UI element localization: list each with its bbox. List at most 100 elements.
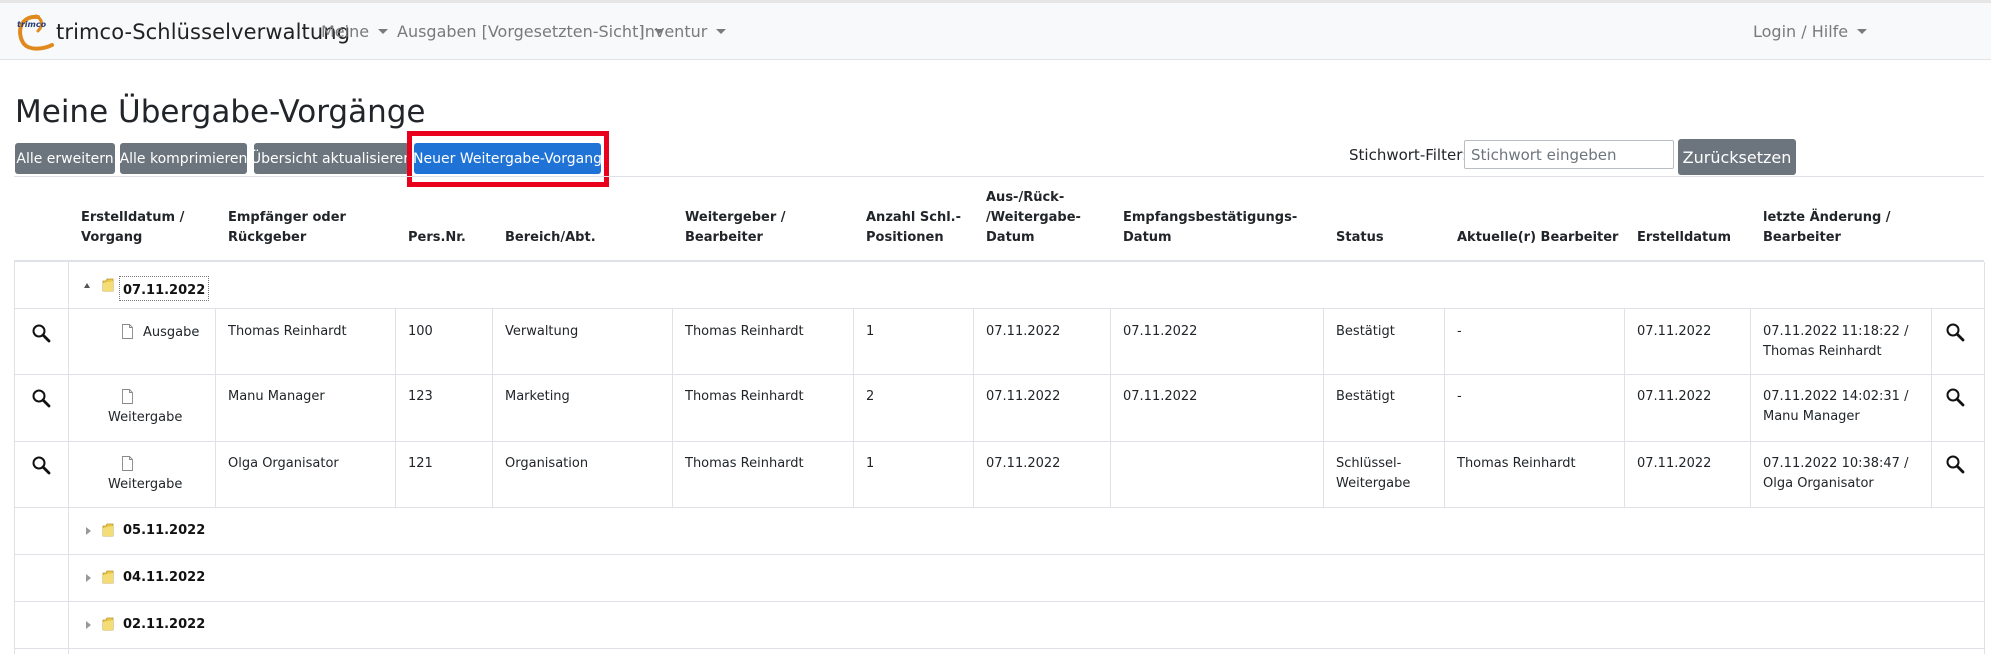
- giver-cell: Thomas Reinhardt: [685, 389, 804, 404]
- refresh-overview-button[interactable]: Übersicht aktualisieren: [251, 143, 412, 174]
- group-date-label: 04.11.2022: [123, 570, 206, 585]
- process-type: Weitergabe: [108, 410, 183, 425]
- column-divider: [68, 262, 69, 654]
- magnifier-icon[interactable]: [31, 388, 51, 408]
- header-department[interactable]: Bereich/Abt.: [505, 228, 596, 248]
- collapse-all-button[interactable]: Alle komprimieren: [120, 143, 247, 174]
- header-recipient[interactable]: Empfänger oder Rückgeber: [228, 208, 346, 248]
- receipt-date-cell: 07.11.2022: [1123, 389, 1198, 404]
- header-line: Datum: [986, 230, 1035, 245]
- column-divider: [1323, 309, 1324, 507]
- header-created-date[interactable]: Erstelldatum: [1637, 228, 1731, 248]
- header-giver[interactable]: Weitergeber / Bearbeiter: [685, 208, 786, 248]
- row-divider: [14, 601, 1984, 602]
- nav-menu-inventur[interactable]: Inventur: [640, 22, 727, 41]
- header-line: Bereich/Abt.: [505, 230, 596, 245]
- key-count-cell: 2: [866, 389, 875, 404]
- department-cell: Organisation: [505, 456, 589, 471]
- header-pers-nr[interactable]: Pers.Nr.: [408, 228, 466, 248]
- header-status[interactable]: Status: [1336, 228, 1384, 248]
- column-divider: [492, 309, 493, 507]
- column-divider: [1110, 309, 1111, 507]
- nav-menu-meine[interactable]: Meine: [321, 22, 389, 41]
- header-divider: [14, 260, 1984, 262]
- header-line: /Weitergabe-: [986, 210, 1081, 225]
- process-type: Weitergabe: [108, 477, 183, 492]
- column-divider: [973, 309, 974, 507]
- pers-nr-cell: 123: [408, 389, 433, 404]
- folder-icon: [102, 523, 114, 537]
- collapsed-triangle-icon[interactable]: [86, 574, 91, 582]
- status-cell: Bestätigt: [1336, 324, 1395, 339]
- group-date-selected[interactable]: 07.11.2022: [119, 276, 210, 301]
- header-line: Weitergeber /: [685, 210, 786, 225]
- column-divider: [14, 262, 15, 654]
- header-line: letzte Änderung /: [1763, 210, 1891, 225]
- last-change-cell: 07.11.2022 10:38:47 / Olga Organisator: [1763, 454, 1908, 494]
- nav-menu-login[interactable]: Login / Hilfe: [1753, 22, 1868, 41]
- expanded-triangle-icon[interactable]: [84, 283, 90, 288]
- nav-menu-meine-label: Meine: [321, 22, 370, 41]
- header-line: Empfangsbestätigungs-: [1123, 210, 1298, 225]
- row-divider: [14, 507, 1984, 508]
- current-editor-cell: -: [1457, 389, 1462, 404]
- row-divider: [14, 441, 1984, 442]
- magnifier-icon[interactable]: [1945, 387, 1965, 407]
- receipt-date-cell: 07.11.2022: [1123, 324, 1198, 339]
- magnifier-icon[interactable]: [31, 455, 51, 475]
- header-key-count[interactable]: Anzahl Schl.- Positionen: [866, 208, 961, 248]
- divider: [14, 176, 1984, 177]
- nav-menu-login-label: Login / Hilfe: [1753, 22, 1849, 41]
- nav-menu-ausgaben-label: Ausgaben [Vorgesetzten-Sicht]: [397, 22, 645, 41]
- reset-button[interactable]: Zurücksetzen: [1678, 139, 1796, 175]
- collapsed-triangle-icon[interactable]: [86, 621, 91, 629]
- status-cell: Schlüssel- Weitergabe: [1336, 454, 1410, 494]
- transfer-date-cell: 07.11.2022: [986, 456, 1061, 471]
- last-change-line: 07.11.2022 14:02:31 /: [1763, 389, 1909, 404]
- column-divider: [395, 309, 396, 507]
- column-divider: [1931, 309, 1932, 507]
- group-date-label: 05.11.2022: [123, 523, 206, 538]
- created-date-cell: 07.11.2022: [1637, 389, 1712, 404]
- key-count-cell: 1: [866, 324, 875, 339]
- header-line: Bearbeiter: [1763, 230, 1841, 245]
- page-title: Meine Übergabe-Vorgänge: [15, 94, 426, 130]
- header-last-change[interactable]: letzte Änderung / Bearbeiter: [1763, 208, 1891, 248]
- collapsed-triangle-icon[interactable]: [86, 527, 91, 535]
- nav-menu-ausgaben[interactable]: Ausgaben [Vorgesetzten-Sicht]: [397, 22, 664, 41]
- header-receipt-date[interactable]: Empfangsbestätigungs- Datum: [1123, 208, 1297, 248]
- folder-icon: [102, 617, 114, 631]
- last-change-cell: 07.11.2022 14:02:31 / Manu Manager: [1763, 387, 1908, 427]
- header-line: Bearbeiter: [685, 230, 763, 245]
- row-divider: [14, 648, 1984, 649]
- document-icon: [122, 389, 133, 404]
- header-line: Pers.Nr.: [408, 230, 466, 245]
- header-transfer-date[interactable]: Aus-/Rück- /Weitergabe- Datum: [986, 188, 1081, 248]
- last-change-cell: 07.11.2022 11:18:22 / Thomas Reinhardt: [1763, 322, 1908, 362]
- document-icon: [122, 456, 133, 471]
- current-editor-cell: -: [1457, 324, 1462, 339]
- recipient-cell: Olga Organisator: [228, 456, 339, 471]
- column-divider: [1444, 309, 1445, 507]
- navbar: trimco trimco-Schlüsselverwaltung Meine …: [0, 3, 1991, 60]
- last-change-line: Thomas Reinhardt: [1763, 344, 1882, 359]
- document-icon: [122, 324, 133, 339]
- logo-text: trimco: [17, 20, 47, 29]
- keyword-filter-input[interactable]: [1464, 140, 1674, 169]
- header-line: Empfänger oder: [228, 210, 346, 225]
- brand[interactable]: trimco trimco-Schlüsselverwaltung: [14, 11, 350, 53]
- column-divider: [1984, 262, 1985, 654]
- column-divider: [853, 309, 854, 507]
- giver-cell: Thomas Reinhardt: [685, 324, 804, 339]
- giver-cell: Thomas Reinhardt: [685, 456, 804, 471]
- header-line: Erstelldatum /: [81, 210, 185, 225]
- magnifier-icon[interactable]: [1945, 322, 1965, 342]
- row-divider: [14, 374, 1984, 375]
- row-divider: [14, 554, 1984, 555]
- magnifier-icon[interactable]: [31, 323, 51, 343]
- header-current-editor[interactable]: Aktuelle(r) Bearbeiter: [1457, 228, 1618, 248]
- last-change-line: Manu Manager: [1763, 409, 1860, 424]
- expand-all-button[interactable]: Alle erweitern: [15, 143, 115, 174]
- header-created-process[interactable]: Erstelldatum / Vorgang: [81, 208, 184, 248]
- magnifier-icon[interactable]: [1945, 454, 1965, 474]
